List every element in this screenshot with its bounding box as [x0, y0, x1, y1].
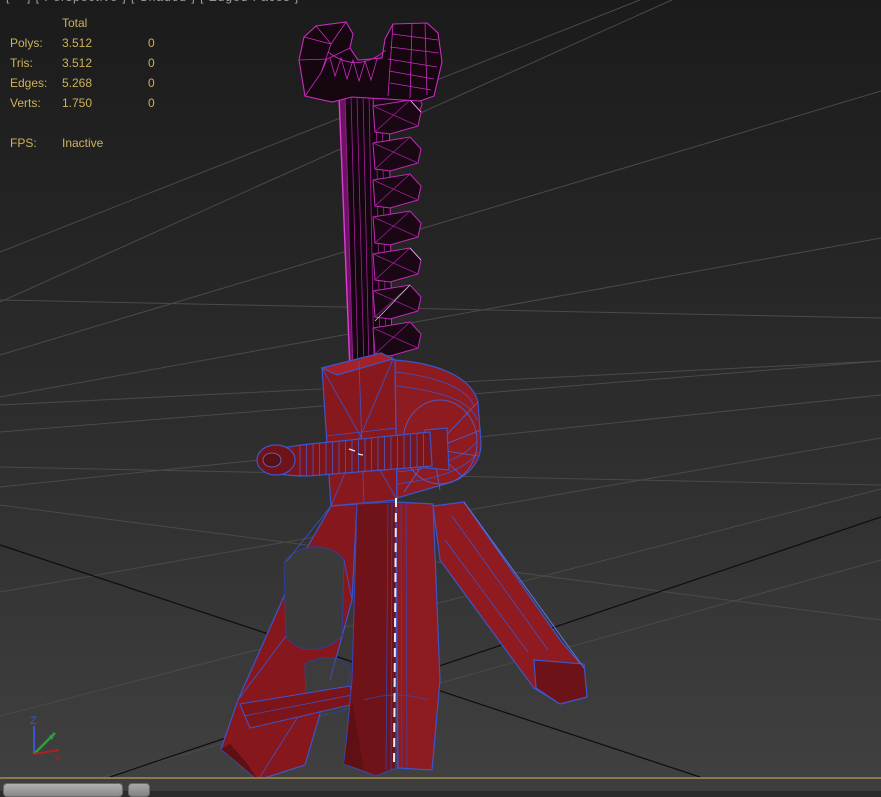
fps-indicator: FPS: Inactive	[10, 136, 104, 150]
time-slider-button[interactable]	[128, 783, 150, 797]
model-body	[320, 352, 482, 507]
axis-z-label: Z	[30, 715, 37, 727]
model-legs	[220, 501, 588, 777]
stats-row-polys: Polys: 3.512 0	[10, 36, 155, 50]
viewport-label[interactable]: [ + ] [ Perspective ] [ Shaded ] [ Edged…	[6, 0, 299, 4]
stats-row-tris: Tris: 3.512 0	[10, 56, 155, 70]
statistics-overlay: Total Polys: 3.512 0 Tris: 3.512 0 Edges…	[10, 13, 188, 153]
model-ratchet-column	[338, 91, 423, 371]
stats-row-verts: Verts: 1.750 0	[10, 96, 155, 110]
world-axis-gizmo: Z x	[30, 715, 60, 764]
axis-x-label: x	[55, 753, 60, 764]
stats-row-edges: Edges: 5.268 0	[10, 76, 155, 90]
stats-header-total: Total	[62, 16, 88, 30]
perspective-viewport[interactable]: [ + ] [ Perspective ] [ Shaded ] [ Edged…	[0, 0, 881, 777]
model-saddle	[298, 21, 443, 103]
jack-stand-model[interactable]	[220, 21, 588, 777]
time-slider[interactable]	[3, 783, 123, 797]
timeline-strip	[0, 779, 881, 797]
